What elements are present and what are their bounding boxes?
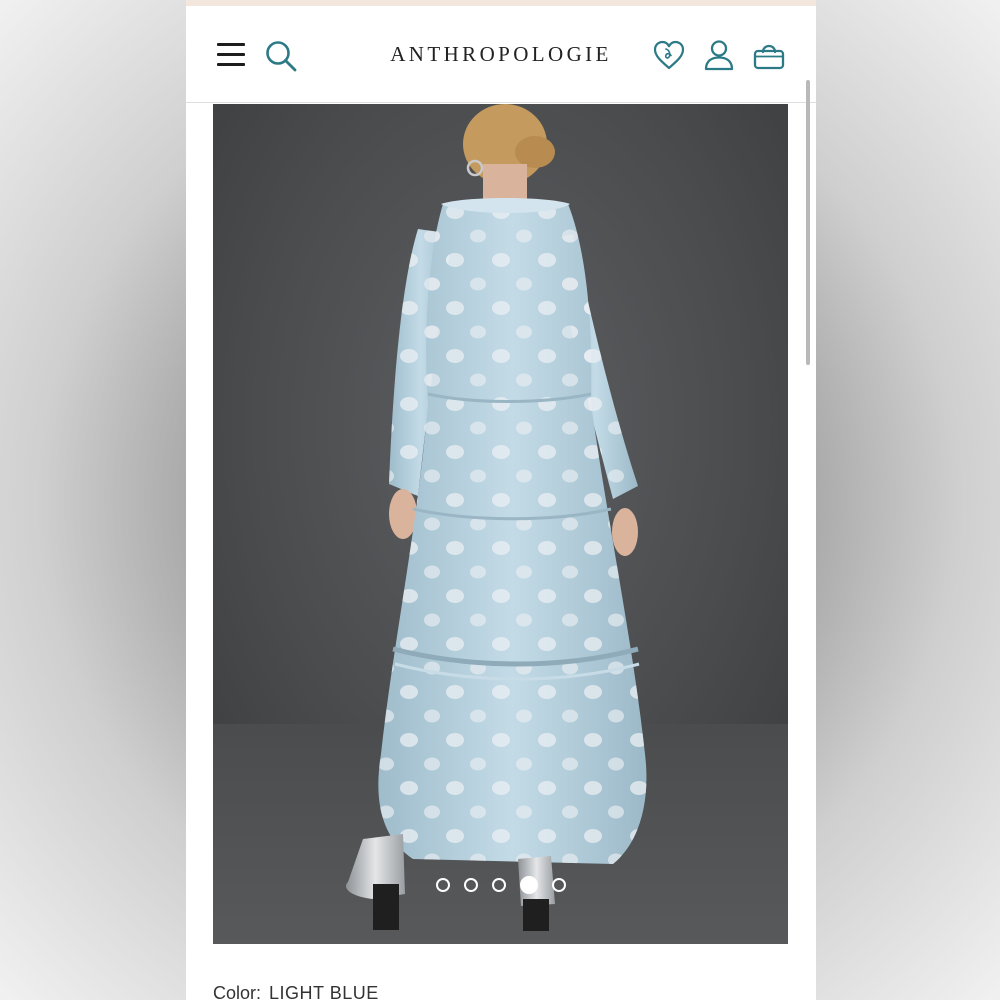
carousel-dot[interactable] <box>463 878 478 892</box>
shopping-bag-icon[interactable] <box>752 38 786 72</box>
carousel-dot[interactable] <box>491 878 506 892</box>
site-header: ANTHROPOLOGIE <box>186 6 816 103</box>
product-photo <box>213 104 788 944</box>
color-value: LIGHT BLUE <box>269 983 379 1000</box>
carousel-pagination <box>213 876 788 900</box>
search-icon[interactable] <box>264 39 298 73</box>
color-label: Color: <box>213 983 262 1000</box>
mobile-viewport: ANTHROPOLOGIE Color: LIGHT BLUE <box>186 0 816 1000</box>
account-icon[interactable] <box>702 38 736 72</box>
menu-icon[interactable] <box>217 43 245 67</box>
carousel-dot[interactable] <box>551 878 566 892</box>
brand-logo[interactable]: ANTHROPOLOGIE <box>326 42 676 67</box>
scrollbar-thumb[interactable] <box>806 80 810 365</box>
wishlist-heart-icon[interactable] <box>652 38 686 72</box>
product-image-carousel[interactable] <box>213 104 788 944</box>
carousel-dot-active[interactable] <box>519 876 538 894</box>
color-selector-label: Color: LIGHT BLUE <box>213 983 788 1000</box>
carousel-dot[interactable] <box>435 878 450 892</box>
